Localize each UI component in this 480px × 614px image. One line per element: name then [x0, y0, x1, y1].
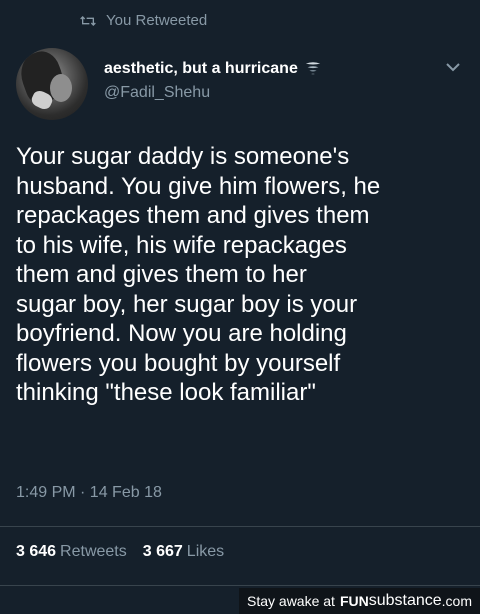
retweet-icon	[80, 15, 96, 26]
divider	[0, 585, 480, 586]
display-name-row[interactable]: aesthetic, but a hurricane	[104, 60, 322, 78]
avatar[interactable]	[16, 48, 88, 120]
likes-stat[interactable]: 3 667 Likes	[143, 543, 224, 561]
watermark-prefix: Stay awake at	[247, 593, 335, 609]
display-name[interactable]: aesthetic, but a hurricane	[104, 60, 298, 78]
watermark: Stay awake at FUN substance .com	[239, 588, 480, 614]
retweets-stat[interactable]: 3 646 Retweets	[16, 543, 127, 561]
tweet-text: Your sugar daddy is someone's husband. Y…	[16, 143, 381, 406]
likes-count: 3 667	[142, 543, 183, 560]
tweet-timestamp[interactable]: 1:49 PM · 14 Feb 18	[16, 484, 162, 502]
retweet-context: You Retweeted	[80, 12, 207, 29]
likes-label: Likes	[186, 543, 225, 560]
watermark-brand-bold: FUN	[339, 593, 369, 609]
divider	[0, 526, 480, 527]
watermark-brand-suffix: .com	[441, 593, 472, 609]
tweet-stats: 3 646 Retweets 3 667 Likes	[16, 543, 224, 561]
watermark-brand-rest: substance	[368, 592, 442, 609]
tornado-icon	[305, 62, 321, 75]
user-handle[interactable]: @Fadil_Shehu	[104, 84, 322, 102]
retweets-label: Retweets	[60, 543, 127, 560]
chevron-down-icon[interactable]	[446, 62, 460, 72]
retweets-count: 3 646	[16, 543, 57, 560]
retweet-label: You Retweeted	[106, 12, 208, 29]
author-block[interactable]: aesthetic, but a hurricane @Fadil_Shehu	[104, 60, 322, 102]
